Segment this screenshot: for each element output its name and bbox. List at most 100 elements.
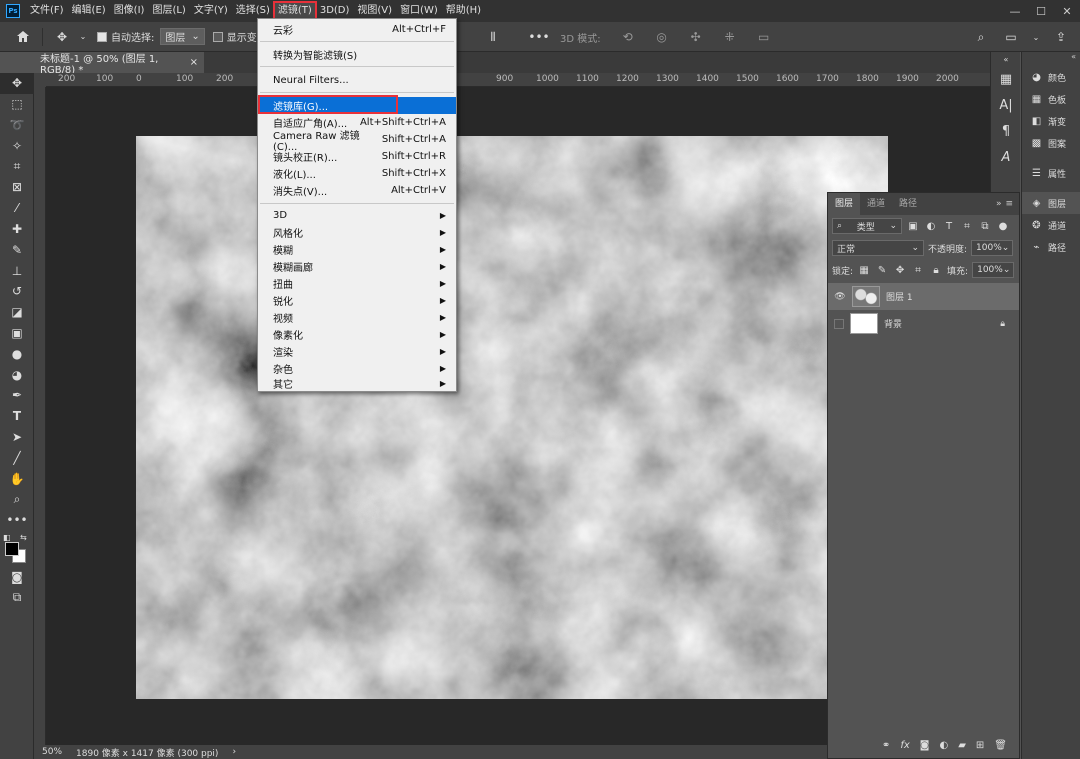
lock-artboard-icon[interactable]: ⌗ [911,265,925,276]
3d-orbit-icon[interactable]: ⟲ [619,28,637,46]
filter-toggle-icon[interactable]: ● [996,221,1010,232]
layer-name[interactable]: 背景 [884,317,902,330]
chevron-down-icon[interactable]: ⌄ [79,28,87,46]
panel-swatches[interactable]: ▦ 色板 [1022,88,1080,110]
hand-tool-icon[interactable]: ✋ [0,468,34,489]
opacity-input[interactable]: 100% ⌄ [971,240,1014,256]
menu-item-stylize[interactable]: 风格化 ▶ [258,224,456,241]
folder-icon[interactable]: ▰ [958,740,966,751]
brush-tool-icon[interactable]: ✎ [0,239,34,260]
lock-icon[interactable]: 🔒︎ [1000,319,1005,329]
shape-filter-icon[interactable]: ⌗ [960,221,974,232]
menu-item-clouds[interactable]: 云彩 Alt+Ctrl+F [258,21,456,38]
lock-all-icon[interactable]: 🔒︎ [929,265,943,276]
history-icon[interactable]: ▦ [991,66,1021,92]
share-icon[interactable]: ⇪ [1052,28,1070,46]
menu-type[interactable]: 文字(Y) [190,2,232,20]
adjustment-filter-icon[interactable]: ◐ [924,221,938,232]
menu-item-convert-smart-filter[interactable]: 转换为智能滤镜(S) [258,46,456,63]
move-tool-icon[interactable]: ✥ [53,28,71,46]
smart-object-filter-icon[interactable]: ⧉ [978,221,992,232]
menu-item-camera-raw[interactable]: Camera Raw 滤镜(C)... Shift+Ctrl+A [258,131,456,153]
foreground-color-swatch[interactable] [5,541,19,556]
menu-item-render[interactable]: 渲染 ▶ [258,343,456,360]
document-canvas[interactable] [136,136,888,699]
blend-mode-dropdown[interactable]: 正常 ⌄ [832,240,924,256]
menu-item-vanishing-point[interactable]: 消失点(V)... Alt+Ctrl+V [258,182,456,199]
auto-select-dropdown[interactable]: 图层 ⌄ [160,28,205,45]
show-transform-checkbox[interactable] [212,31,223,42]
menu-image[interactable]: 图像(I) [110,2,149,20]
dodge-tool-icon[interactable]: ◕ [0,364,34,385]
blur-tool-icon[interactable]: ● [0,343,34,364]
search-icon[interactable]: ⌕ [972,28,990,46]
menu-item-filter-gallery[interactable]: 滤镜库(G)... [258,97,456,114]
3d-pan-icon[interactable]: ✣ [687,28,705,46]
history-brush-tool-icon[interactable]: ↺ [0,281,34,302]
gradient-tool-icon[interactable]: ▣ [0,323,34,344]
lasso-tool-icon[interactable]: ➰ [0,115,34,136]
panel-paths[interactable]: ⌁ 路径 [1022,236,1080,258]
menu-item-other[interactable]: 其它 ▶ [258,375,456,392]
menu-item-blur[interactable]: 模糊 ▶ [258,241,456,258]
eraser-tool-icon[interactable]: ◪ [0,302,34,323]
line-tool-icon[interactable]: ╱ [0,447,34,468]
auto-select-checkbox[interactable] [97,31,107,42]
mask-icon[interactable]: ◙ [920,740,930,751]
menu-file[interactable]: 文件(F) [26,2,68,20]
menu-item-lens-correction[interactable]: 镜头校正(R)... Shift+Ctrl+R [258,148,456,165]
adjustment-icon[interactable]: ◐ [939,740,948,751]
panel-channels[interactable]: ❂ 通道 [1022,214,1080,236]
glyphs-icon[interactable]: A [991,144,1021,170]
document-tab[interactable]: 未标题-1 @ 50% (图层 1, RGB/8) * × [34,52,204,76]
paragraph-icon[interactable]: ¶ [991,118,1021,144]
clone-stamp-tool-icon[interactable]: ⊥ [0,260,34,281]
lock-position-icon[interactable]: ✥ [893,265,907,276]
quick-mask-icon[interactable]: ◙ [0,567,34,588]
zoom-level[interactable]: 50% [42,747,62,757]
new-layer-icon[interactable]: ⊞ [976,740,984,751]
panel-patterns[interactable]: ▩ 图案 [1022,132,1080,154]
menu-item-neural-filters[interactable]: Neural Filters... [258,72,456,89]
layer-filter-dropdown[interactable]: ⌕ 类型 ⌄ [832,218,902,234]
default-colors-icon[interactable]: ◧ [3,533,11,542]
panel-menu-icon[interactable]: ≡ [1005,199,1013,209]
menu-item-blur-gallery[interactable]: 模糊画廊 ▶ [258,258,456,275]
visibility-box-icon[interactable] [834,318,844,329]
menu-item-pixelate[interactable]: 像素化 ▶ [258,326,456,343]
panel-layers[interactable]: ◈ 图层 [1022,192,1080,214]
collapse-icon[interactable]: « [1022,52,1080,66]
pixel-filter-icon[interactable]: ▣ [906,221,920,232]
trash-icon[interactable]: 🗑︎ [994,740,1007,751]
home-icon[interactable] [14,28,32,46]
color-swatches[interactable]: ◧ ⇆ [0,531,34,567]
swap-colors-icon[interactable]: ⇆ [20,533,27,542]
type-filter-icon[interactable]: T [942,221,956,232]
screen-mode-icon[interactable]: ⧉ [0,587,34,608]
eye-icon[interactable]: 👁︎ [834,292,846,302]
panel-gradients[interactable]: ◧ 渐变 [1022,110,1080,132]
chevron-down-icon[interactable]: ⌄ [1032,28,1040,46]
lock-pixels-icon[interactable]: ✎ [875,265,889,276]
menu-item-video[interactable]: 视频 ▶ [258,309,456,326]
maximize-icon[interactable]: ☐ [1028,5,1054,18]
eyedropper-tool-icon[interactable]: ⁄ [0,198,34,219]
character-icon[interactable]: A| [991,92,1021,118]
tab-channels[interactable]: 通道 [860,193,892,215]
more-tools-icon[interactable]: ••• [0,510,34,531]
frame-tool-icon[interactable]: ⊠ [0,177,34,198]
chevron-right-icon[interactable]: › [232,747,236,757]
marquee-tool-icon[interactable]: ⬚ [0,94,34,115]
close-icon[interactable]: ✕ [1054,5,1080,18]
path-selection-tool-icon[interactable]: ➤ [0,427,34,448]
minimize-icon[interactable]: — [1002,5,1028,18]
layer-name[interactable]: 图层 1 [886,290,913,303]
panel-color[interactable]: ◕ 颜色 [1022,66,1080,88]
panel-properties[interactable]: ☰ 属性 [1022,162,1080,184]
distribute-icon[interactable]: ⫴ [484,28,502,46]
pen-tool-icon[interactable]: ✒ [0,385,34,406]
workspace-icon[interactable]: ▭ [1002,28,1020,46]
horizontal-ruler[interactable]: 200 100 0 100 200 900 1000 1100 1200 130… [46,73,990,87]
menu-item-3d[interactable]: 3D ▶ [258,207,456,224]
more-options-icon[interactable]: ••• [528,28,549,46]
